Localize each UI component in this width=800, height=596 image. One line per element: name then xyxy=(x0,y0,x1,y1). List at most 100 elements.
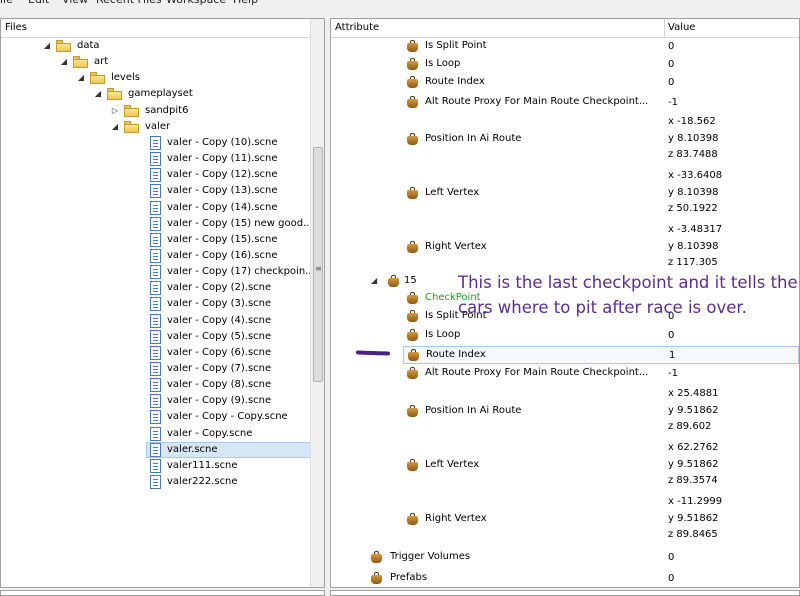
attribute-row[interactable]: Alt Route Proxy For Main Route Checkpoin… xyxy=(331,93,799,113)
file-node[interactable]: valer - Copy (7).scne xyxy=(1,361,310,377)
menu-item[interactable]: Help xyxy=(233,0,258,6)
attribute-value[interactable]: x 25.4881 y 9.51862 z 89.602 xyxy=(668,386,718,436)
file-label: valer - Copy (14).scne xyxy=(167,201,278,213)
file-node[interactable]: valer - Copy (8).scne xyxy=(1,377,310,393)
folder-node[interactable]: ◢ data xyxy=(1,38,310,54)
folder-node[interactable]: ◢ art xyxy=(1,54,310,70)
file-node[interactable]: valer111.scne xyxy=(1,458,310,474)
expand-arrow-icon[interactable]: ◢ xyxy=(43,41,51,50)
file-label: valer - Copy (9).scne xyxy=(167,395,272,407)
attribute-row[interactable]: Right Vertex x -11.2999 y 9.51862 z 89.8465 xyxy=(331,493,799,547)
attribute-row[interactable]: Is Split Point 0 xyxy=(331,38,799,56)
expand-arrow-icon[interactable]: ◢ xyxy=(371,276,377,285)
file-node[interactable]: valer - Copy (3).scne xyxy=(1,296,310,312)
file-node[interactable]: valer - Copy (16).scne xyxy=(1,248,310,264)
file-node[interactable]: valer - Copy (13).scne xyxy=(1,183,310,199)
file-label: valer - Copy (2).scne xyxy=(167,282,272,294)
menu-item[interactable]: Edit xyxy=(28,0,49,6)
attribute-value[interactable]: x 62.2762 y 9.51862 z 89.3574 xyxy=(668,440,718,490)
file-node[interactable]: valer - Copy (9).scne xyxy=(1,393,310,409)
file-label: valer - Copy (3).scne xyxy=(167,298,272,310)
attribute-row[interactable]: Trigger Volumes 0 xyxy=(331,548,799,568)
column-separator[interactable] xyxy=(664,19,665,38)
file-node[interactable]: valer222.scne xyxy=(1,474,310,490)
menu-item[interactable]: ile xyxy=(0,0,13,6)
value-line: 0 xyxy=(668,572,675,584)
attribute-row[interactable]: Right Vertex x -3.48317 y 8.10398 z 117.305 xyxy=(331,221,799,275)
file-node[interactable]: valer - Copy (14).scne xyxy=(1,200,310,216)
value-line: z 50.1922 xyxy=(668,203,718,214)
attribute-value[interactable]: 0 xyxy=(668,75,674,92)
attribute-value[interactable]: 0 xyxy=(668,550,674,567)
expand-arrow-icon[interactable]: ◢ xyxy=(77,73,85,82)
menu-item[interactable]: Recent Files xyxy=(96,0,162,6)
files-scrollbar[interactable]: ≡ xyxy=(310,19,324,587)
file-label: valer.scne xyxy=(167,443,218,455)
folder-node[interactable]: ◢ gameplayset xyxy=(1,86,310,102)
menu-item[interactable]: View xyxy=(62,0,88,6)
attribute-value[interactable]: x -18.562 y 8.10398 z 83.7488 xyxy=(668,114,718,164)
folder-label: levels xyxy=(111,72,140,84)
file-node[interactable]: valer - Copy - Copy.scne xyxy=(1,409,310,425)
file-node[interactable]: valer - Copy (11).scne xyxy=(1,151,310,167)
attribute-header: Attribute Value xyxy=(331,19,799,38)
expand-arrow-icon[interactable]: ◢ xyxy=(60,57,68,66)
file-icon xyxy=(150,200,161,215)
value-line: x -33.6408 xyxy=(668,170,723,181)
attribute-value[interactable]: x -11.2999 y 9.51862 z 89.8465 xyxy=(668,494,722,544)
folder-node[interactable]: ◢ levels xyxy=(1,70,310,86)
file-node[interactable]: valer - Copy (15).scne xyxy=(1,232,310,248)
attribute-row[interactable]: Route Index 0 xyxy=(331,74,799,92)
menubar: ile Edit View Recent Files Workspace Help xyxy=(0,0,800,7)
attribute-value[interactable]: -1 xyxy=(668,366,678,383)
bag-sack xyxy=(407,43,418,52)
file-node[interactable]: valer - Copy (6).scne xyxy=(1,345,310,361)
files-panel: Files ◢ data ◢ art ◢ levels ◢ gameplayset ▷ sandp… xyxy=(0,18,325,588)
file-node[interactable]: valer - Copy (10).scne xyxy=(1,135,310,151)
file-node[interactable]: valer - Copy.scne xyxy=(1,426,310,442)
file-icon xyxy=(150,458,161,473)
attribute-value[interactable]: 0 xyxy=(668,328,674,345)
attribute-value[interactable]: x -3.48317 y 8.10398 z 117.305 xyxy=(668,222,722,272)
bag-sack xyxy=(407,99,418,108)
bag-sack xyxy=(407,516,418,525)
folder-node[interactable]: ◢ valer xyxy=(1,119,310,135)
file-icon xyxy=(150,152,161,167)
attribute-row[interactable]: Alt Route Proxy For Main Route Checkpoin… xyxy=(331,364,799,384)
attribute-value[interactable]: 0 xyxy=(668,39,674,56)
expand-arrow-icon[interactable]: ◢ xyxy=(94,89,102,98)
attribute-row[interactable]: Left Vertex x 62.2762 y 9.51862 z 89.3574 xyxy=(331,439,799,493)
attribute-row[interactable]: Route Index 1 xyxy=(403,346,799,364)
attribute-value[interactable]: 1 xyxy=(669,348,675,365)
file-node[interactable]: valer - Copy (15) new good... xyxy=(1,216,313,232)
attribute-value[interactable]: 0 xyxy=(668,57,674,74)
expand-arrow-icon[interactable]: ◢ xyxy=(111,122,119,131)
attribute-row[interactable]: Left Vertex x -33.6408 y 8.10398 z 50.1922 xyxy=(331,167,799,221)
collapse-arrow-icon[interactable]: ▷ xyxy=(111,106,119,115)
attribute-row[interactable]: Is Loop 0 xyxy=(331,326,799,346)
value-column-header[interactable]: Value xyxy=(668,22,695,33)
folder-icon xyxy=(124,120,139,133)
menu-item[interactable]: Workspace xyxy=(166,0,226,6)
value-line: y 9.51862 xyxy=(668,404,719,416)
attribute-row[interactable]: Position In Ai Route x -18.562 y 8.10398 z … xyxy=(331,113,799,167)
attribute-value[interactable]: 0 xyxy=(668,571,674,588)
file-node[interactable]: valer - Copy (5).scne xyxy=(1,329,310,345)
file-node[interactable]: valer - Copy (2).scne xyxy=(1,280,310,296)
file-icon xyxy=(150,232,161,247)
folder-node[interactable]: ▷ sandpit6 xyxy=(1,103,310,119)
file-tree: ◢ data ◢ art ◢ levels ◢ gameplayset ▷ sandpit6 ◢ va… xyxy=(1,38,315,587)
attribute-row[interactable]: Position In Ai Route x 25.4881 y 9.51862 z … xyxy=(331,385,799,439)
attribute-value[interactable]: -1 xyxy=(668,95,678,112)
file-node[interactable]: valer - Copy (4).scne xyxy=(1,313,310,329)
attribute-row[interactable]: Prefabs 0 xyxy=(331,569,799,588)
file-node[interactable]: valer - Copy (12).scne xyxy=(1,167,310,183)
value-line: -1 xyxy=(668,368,678,379)
file-node[interactable]: valer - Copy (17) checkpoin... xyxy=(1,264,315,280)
attribute-column-header[interactable]: Attribute xyxy=(335,22,379,33)
folder-icon xyxy=(107,88,122,101)
attribute-value[interactable]: x -33.6408 y 8.10398 z 50.1922 xyxy=(668,168,722,218)
file-icon xyxy=(150,297,161,312)
attribute-row[interactable]: Is Loop 0 xyxy=(331,56,799,74)
file-node[interactable]: valer.scne xyxy=(1,441,314,458)
